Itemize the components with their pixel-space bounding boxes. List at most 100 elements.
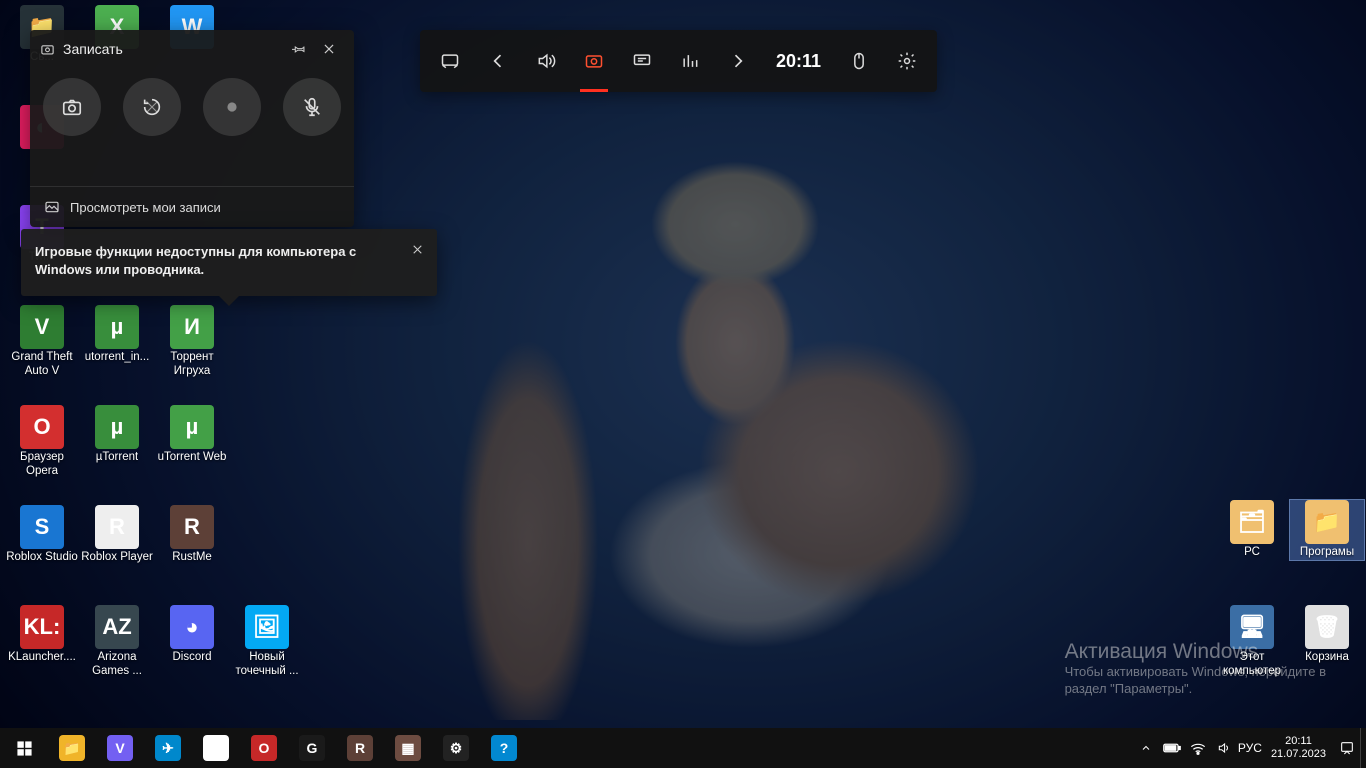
tray-expand-icon[interactable]	[1133, 728, 1159, 768]
taskbar-app-help[interactable]: ?	[480, 728, 528, 768]
desktop-icon[interactable]: 🖼 Новый точечный ...	[230, 605, 304, 679]
desktop-icon[interactable]: 📁 Програмы	[1290, 500, 1364, 560]
capture-pin-button[interactable]	[284, 34, 314, 64]
mic-toggle-button[interactable]	[283, 78, 341, 136]
icon-label: Discord	[173, 651, 212, 665]
app-icon: 📁	[1305, 500, 1349, 544]
gamebar-xbox-social-button[interactable]	[618, 30, 666, 92]
gamebar-performance-button[interactable]	[666, 30, 714, 92]
desktop-icon[interactable]: µ µTorrent	[80, 405, 154, 465]
app-icon: KL:	[20, 605, 64, 649]
gamebar-toolbar: 20:11	[420, 30, 937, 92]
tray-wifi-icon[interactable]	[1185, 728, 1211, 768]
app-icon: 📁	[59, 735, 85, 761]
desktop-icon[interactable]: 🖥 Этот компьютер	[1215, 605, 1289, 679]
icon-label: RustMe	[172, 551, 212, 565]
start-button[interactable]	[0, 728, 48, 768]
app-icon: µ	[95, 305, 139, 349]
desktop-icon[interactable]: И Торрент Игруха	[155, 305, 229, 379]
app-icon: И	[170, 305, 214, 349]
gamebar-settings-button[interactable]	[883, 30, 931, 92]
taskbar-left: 📁 V ✈ ◉ OGR ▦ ⚙?	[0, 728, 528, 768]
taskbar-app-operagx[interactable]: G	[288, 728, 336, 768]
gamebar-widgets-button[interactable]	[426, 30, 474, 92]
app-icon: G	[299, 735, 325, 761]
desktop-icon[interactable]: V Grand Theft Auto V	[5, 305, 79, 379]
app-icon: 🗂	[1230, 500, 1274, 544]
warning-popup: Игровые функции недоступны для компьютер…	[21, 229, 437, 296]
icon-label: РС	[1244, 546, 1260, 560]
taskbar-app-explorer[interactable]: 📁	[48, 728, 96, 768]
desktop-icon[interactable]: R Roblox Player	[80, 505, 154, 565]
capture-widget: Записать Просмотреть мои записи	[30, 30, 354, 227]
gamebar-mouse-button[interactable]	[835, 30, 883, 92]
taskbar-app-game[interactable]: ▦	[384, 728, 432, 768]
desktop-icon[interactable]: S Roblox Studio	[5, 505, 79, 565]
app-icon: R	[95, 505, 139, 549]
desktop-icon[interactable]: O Браузер Opera	[5, 405, 79, 479]
capture-footer-label: Просмотреть мои записи	[70, 200, 221, 215]
icon-label: Браузер Opera	[5, 451, 79, 479]
record-last-button[interactable]	[123, 78, 181, 136]
desktop-icon[interactable]: 🗑 Корзина	[1290, 605, 1364, 665]
taskbar-app-viber[interactable]: V	[96, 728, 144, 768]
record-button[interactable]	[203, 78, 261, 136]
warning-text: Игровые функции недоступны для компьютер…	[35, 243, 397, 278]
tray-volume-icon[interactable]	[1211, 728, 1237, 768]
app-icon: 🗑	[1305, 605, 1349, 649]
taskbar-date: 21.07.2023	[1271, 748, 1326, 761]
desktop-icon[interactable]: 🗂 РС	[1215, 500, 1289, 560]
icon-label: utorrent_in...	[85, 351, 150, 365]
app-icon: O	[251, 735, 277, 761]
taskbar-app-chrome[interactable]: ◉	[192, 728, 240, 768]
gallery-icon	[44, 199, 60, 215]
desktop-icon[interactable]: AZ Arizona Games ...	[80, 605, 154, 679]
app-icon: R	[170, 505, 214, 549]
screenshot-button[interactable]	[43, 78, 101, 136]
app-icon: 🖼	[245, 605, 289, 649]
icon-label: Новый точечный ...	[230, 651, 304, 679]
gamebar-audio-button[interactable]	[522, 30, 570, 92]
desktop-icon[interactable]: ◕ Discord	[155, 605, 229, 665]
icon-label: Roblox Studio	[6, 551, 78, 565]
tray-notifications-icon[interactable]	[1334, 728, 1360, 768]
app-icon: µ	[170, 405, 214, 449]
app-icon: µ	[95, 405, 139, 449]
app-icon: V	[107, 735, 133, 761]
capture-close-button[interactable]	[314, 34, 344, 64]
app-icon: ◉	[203, 735, 229, 761]
app-icon: S	[20, 505, 64, 549]
capture-title: Записать	[63, 41, 123, 57]
show-desktop-button[interactable]	[1360, 728, 1366, 768]
app-icon: 🖥	[1230, 605, 1274, 649]
app-icon: ◕	[170, 605, 214, 649]
gamebar-capture-button[interactable]	[570, 30, 618, 92]
gamebar-next-button[interactable]	[714, 30, 762, 92]
taskbar-app-rust[interactable]: R	[336, 728, 384, 768]
tray-language[interactable]: РУС	[1237, 728, 1263, 768]
taskbar-app-telegram[interactable]: ✈	[144, 728, 192, 768]
icon-label: Програмы	[1300, 546, 1354, 560]
desktop-icon[interactable]: KL: KLauncher....	[5, 605, 79, 665]
app-icon: ▦	[395, 735, 421, 761]
warning-close-button[interactable]	[403, 235, 431, 263]
desktop-icon[interactable]: R RustMe	[155, 505, 229, 565]
desktop-icon[interactable]: µ uTorrent Web	[155, 405, 229, 465]
app-icon: ⚙	[443, 735, 469, 761]
tray-battery-icon[interactable]	[1159, 728, 1185, 768]
icon-label: Roblox Player	[81, 551, 153, 565]
taskbar: 📁 V ✈ ◉ OGR ▦ ⚙? РУС 20:11 21.07.2023	[0, 728, 1366, 768]
app-icon: O	[20, 405, 64, 449]
capture-body	[30, 68, 354, 148]
capture-show-recordings-button[interactable]: Просмотреть мои записи	[30, 186, 354, 227]
icon-label: uTorrent Web	[158, 451, 227, 465]
icon-label: KLauncher....	[8, 651, 76, 665]
taskbar-clock[interactable]: 20:11 21.07.2023	[1263, 735, 1334, 761]
taskbar-app-settings[interactable]: ⚙	[432, 728, 480, 768]
icon-label: Торрент Игруха	[155, 351, 229, 379]
taskbar-app-opera[interactable]: O	[240, 728, 288, 768]
taskbar-right: РУС 20:11 21.07.2023	[1133, 728, 1366, 768]
desktop-icon[interactable]: µ utorrent_in...	[80, 305, 154, 365]
gamebar-prev-button[interactable]	[474, 30, 522, 92]
capture-header[interactable]: Записать	[30, 30, 354, 68]
